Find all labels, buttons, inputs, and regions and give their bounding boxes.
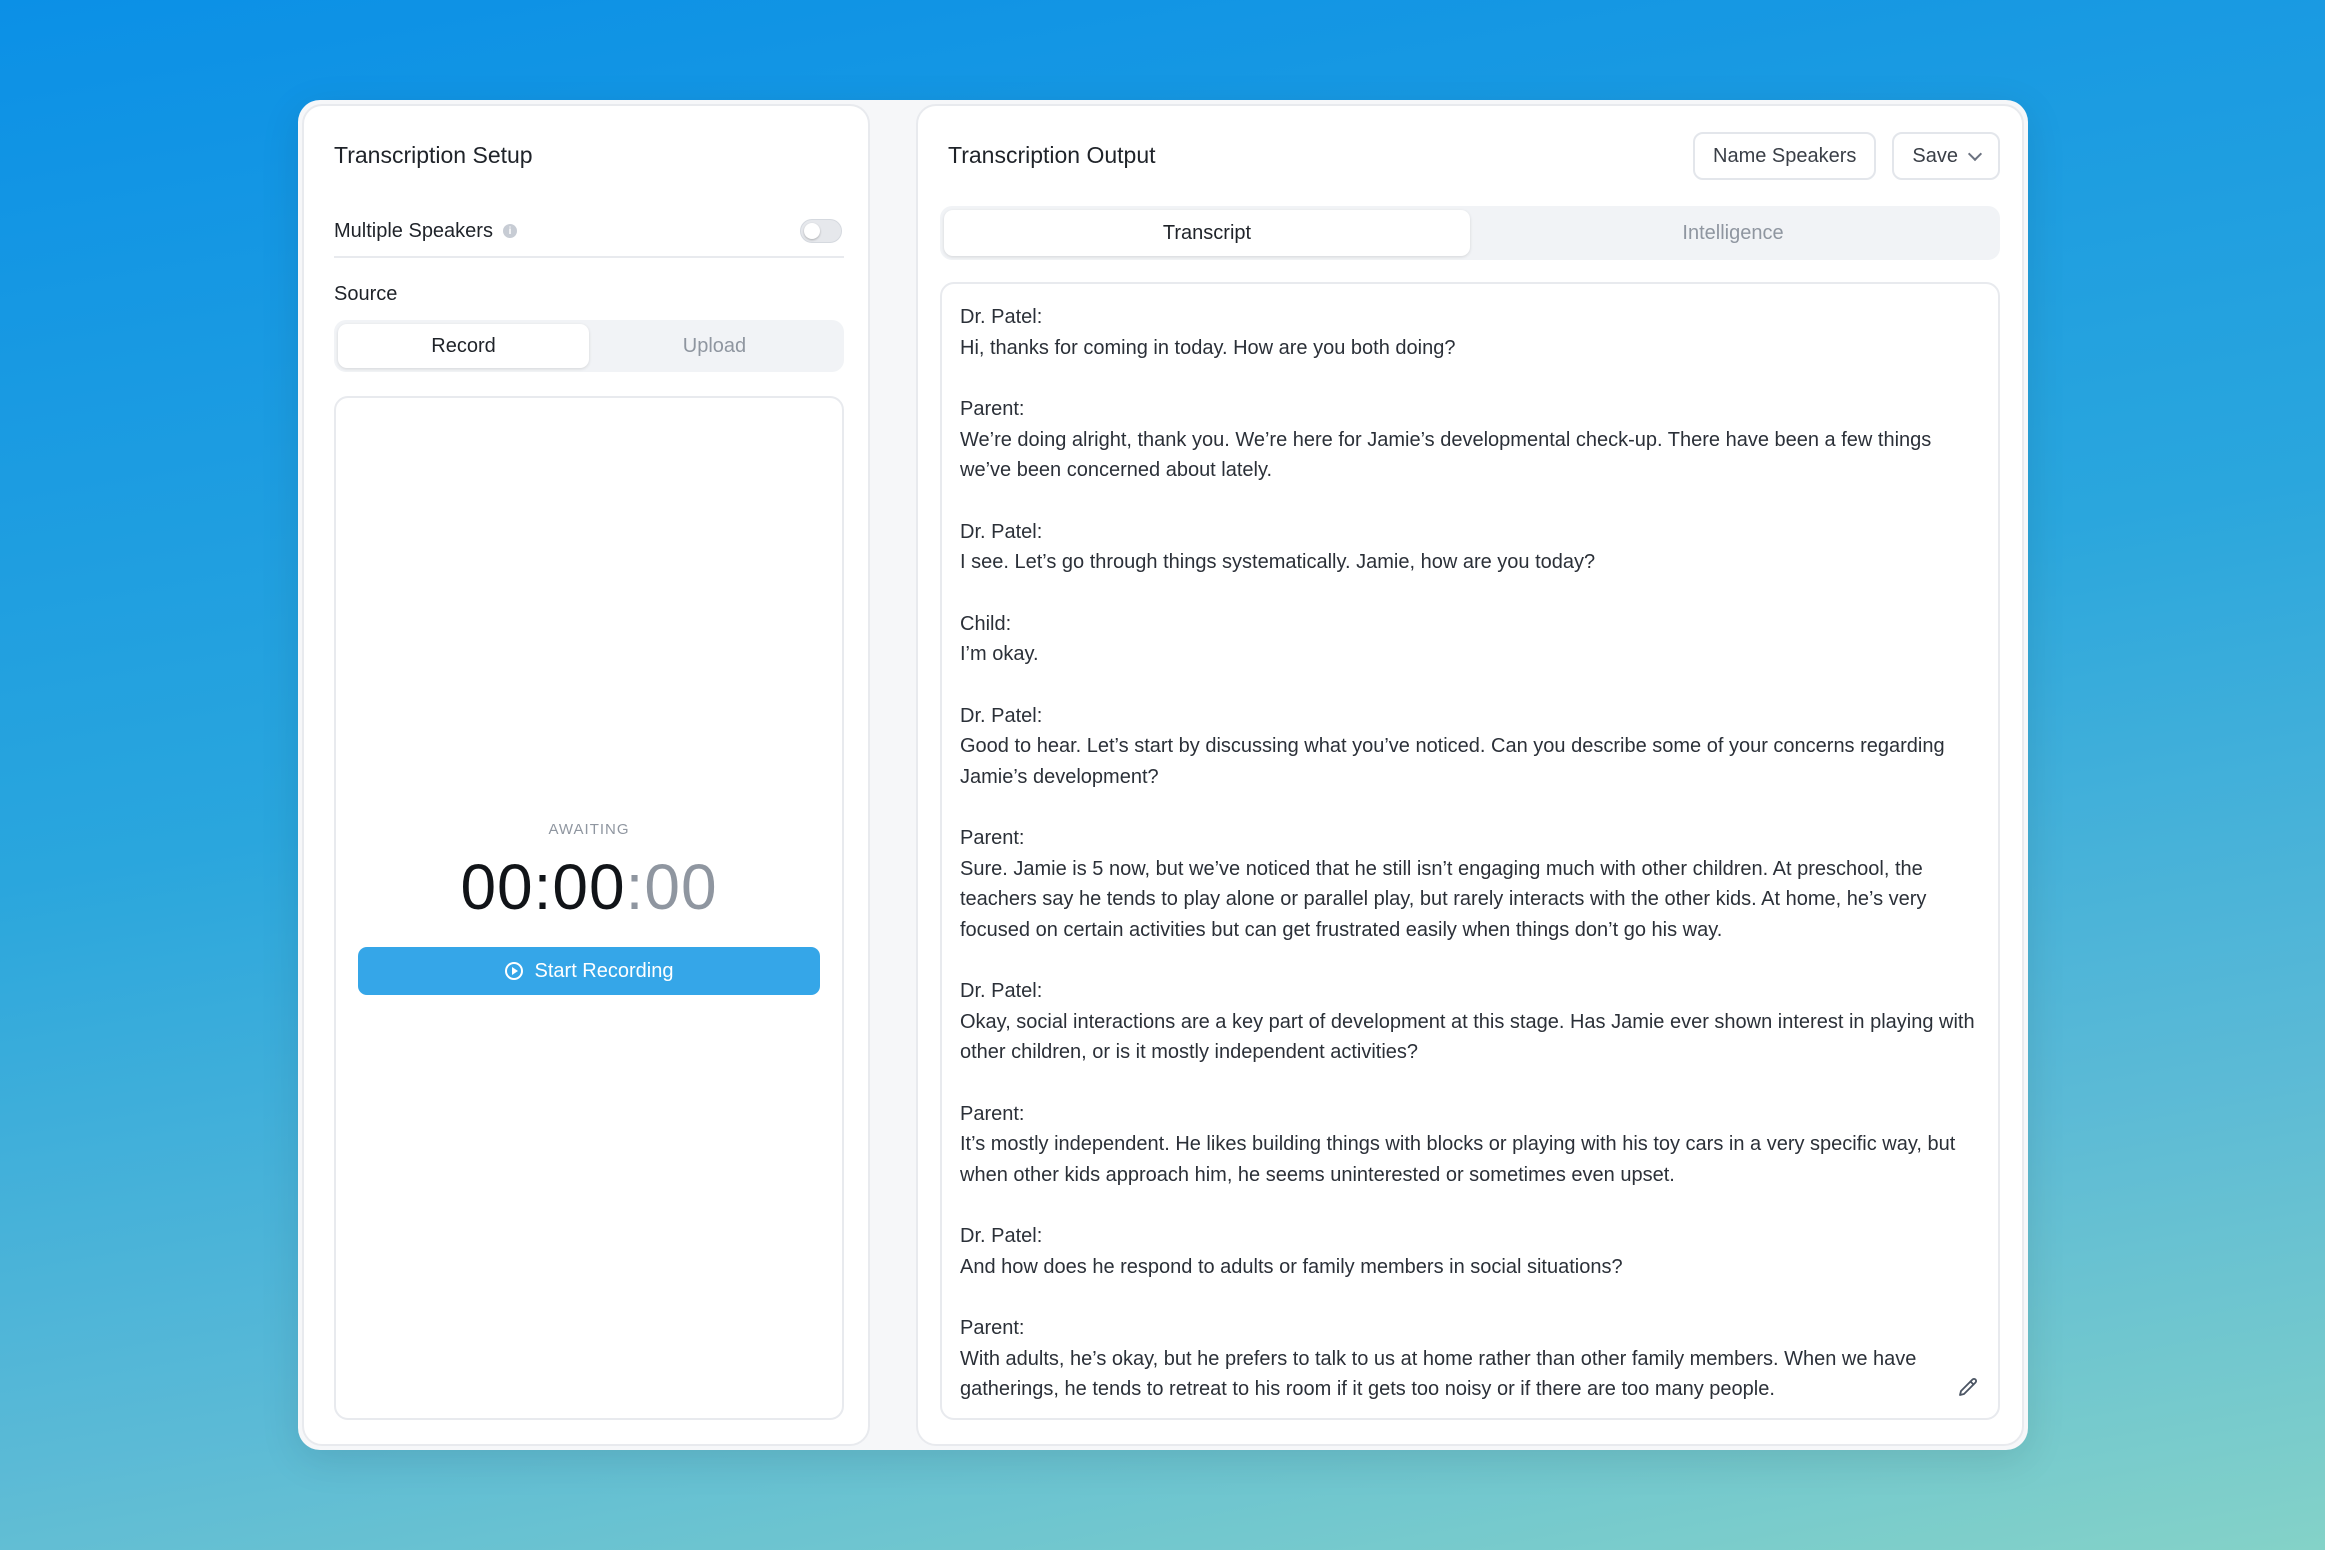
- speaker-name: Parent:: [960, 827, 1025, 849]
- multiple-speakers-row: Multiple Speakers i: [334, 206, 844, 258]
- recording-timer: 00:00:00: [336, 850, 842, 924]
- start-recording-label: Start Recording: [534, 959, 674, 982]
- timer-fraction: 00: [644, 851, 718, 923]
- multiple-speakers-toggle[interactable]: [800, 219, 842, 243]
- transcript-entry: Dr. Patel: Hi, thanks for coming in toda…: [960, 302, 1980, 363]
- speaker-name: Child:: [960, 612, 1012, 635]
- transcript-text-area[interactable]: Dr. Patel: Hi, thanks for coming in toda…: [940, 282, 2000, 1420]
- recording-status: AWAITING: [548, 821, 630, 838]
- speaker-name: Parent:: [960, 1317, 1025, 1339]
- utterance-text: Good to hear. Let’s start by discussing …: [960, 735, 1945, 788]
- utterance-text: I’m okay.: [960, 643, 1039, 665]
- speaker-name: Dr. Patel:: [960, 980, 1043, 1002]
- name-speakers-button[interactable]: Name Speakers: [1693, 132, 1877, 180]
- start-recording-button[interactable]: Start Recording: [358, 947, 820, 995]
- transcript-entry: Parent: With adults, he’s okay, but he p…: [960, 1313, 1980, 1405]
- speaker-name: Parent:: [960, 398, 1025, 420]
- chevron-down-icon: [1967, 146, 1983, 161]
- speaker-name: Dr. Patel:: [960, 520, 1043, 543]
- transcription-setup-panel: Transcription Setup Multiple Speakers i …: [302, 104, 870, 1446]
- utterance-text: It’s mostly independent. He likes buildi…: [960, 1133, 1956, 1186]
- transcript-entry: Dr. Patel: And how does he respond to ad…: [960, 1221, 1980, 1282]
- source-label: Source: [334, 283, 398, 305]
- utterance-text: With adults, he’s okay, but he prefers t…: [960, 1347, 1917, 1401]
- transcription-output-panel: Transcription Output Name Speakers Save …: [916, 104, 2024, 1446]
- utterance-text: Hi, thanks for coming in today. How are …: [960, 336, 1456, 359]
- tab-transcript[interactable]: Transcript: [944, 210, 1470, 256]
- tab-record[interactable]: Record: [338, 324, 589, 368]
- output-actions: Name Speakers Save: [1693, 132, 2000, 180]
- output-tabs: Transcript Intelligence: [940, 206, 2000, 260]
- utterance-text: And how does he respond to adults or fam…: [960, 1255, 1623, 1278]
- setup-title: Transcription Setup: [334, 142, 533, 168]
- transcript-entry: Parent: It’s mostly independent. He like…: [960, 1099, 1980, 1191]
- save-button[interactable]: Save: [1892, 132, 2000, 180]
- utterance-text: I see. Let’s go through things systemati…: [960, 551, 1596, 573]
- app-window: Transcription Setup Multiple Speakers i …: [298, 100, 2028, 1450]
- transcript-entry: Parent: Sure. Jamie is 5 now, but we’ve …: [960, 823, 1980, 945]
- transcript-entry: Parent: We’re doing alright, thank you. …: [960, 394, 1980, 486]
- transcript-entry: Dr. Patel: Good to hear. Let’s start by …: [960, 701, 1980, 793]
- multiple-speakers-label-wrap: Multiple Speakers i: [334, 220, 517, 243]
- multiple-speakers-label: Multiple Speakers: [334, 219, 493, 242]
- utterance-text: Okay, social interactions are a key part…: [960, 1010, 1975, 1064]
- save-label: Save: [1912, 144, 1958, 167]
- recorder-area: AWAITING 00:00:00 Start Recording: [334, 396, 844, 1420]
- tab-upload[interactable]: Upload: [589, 324, 840, 368]
- utterance-text: Sure. Jamie is 5 now, but we’ve noticed …: [960, 857, 1927, 941]
- transcript-entry: Dr. Patel: I see. Let’s go through thing…: [960, 517, 1980, 578]
- source-tabs: Record Upload: [334, 320, 844, 372]
- output-title: Transcription Output: [948, 142, 1156, 168]
- transcript-entry: Dr. Patel: Okay, social interactions are…: [960, 976, 1980, 1068]
- toggle-knob: [804, 223, 820, 239]
- utterance-text: We’re doing alright, thank you. We’re he…: [960, 428, 1932, 482]
- speaker-name: Parent:: [960, 1102, 1025, 1125]
- timer-separator: :: [625, 851, 645, 923]
- speaker-name: Dr. Patel:: [960, 306, 1043, 328]
- transcript-entry: Child: I’m okay.: [960, 609, 1980, 670]
- name-speakers-label: Name Speakers: [1713, 144, 1857, 167]
- tab-intelligence[interactable]: Intelligence: [1470, 210, 1996, 256]
- pencil-icon[interactable]: [1956, 1376, 1980, 1400]
- speaker-name: Dr. Patel:: [960, 1225, 1043, 1247]
- timer-main: 00:00: [460, 851, 626, 923]
- play-circle-icon: [504, 962, 523, 980]
- speaker-name: Dr. Patel:: [960, 704, 1043, 727]
- info-icon[interactable]: i: [502, 224, 517, 238]
